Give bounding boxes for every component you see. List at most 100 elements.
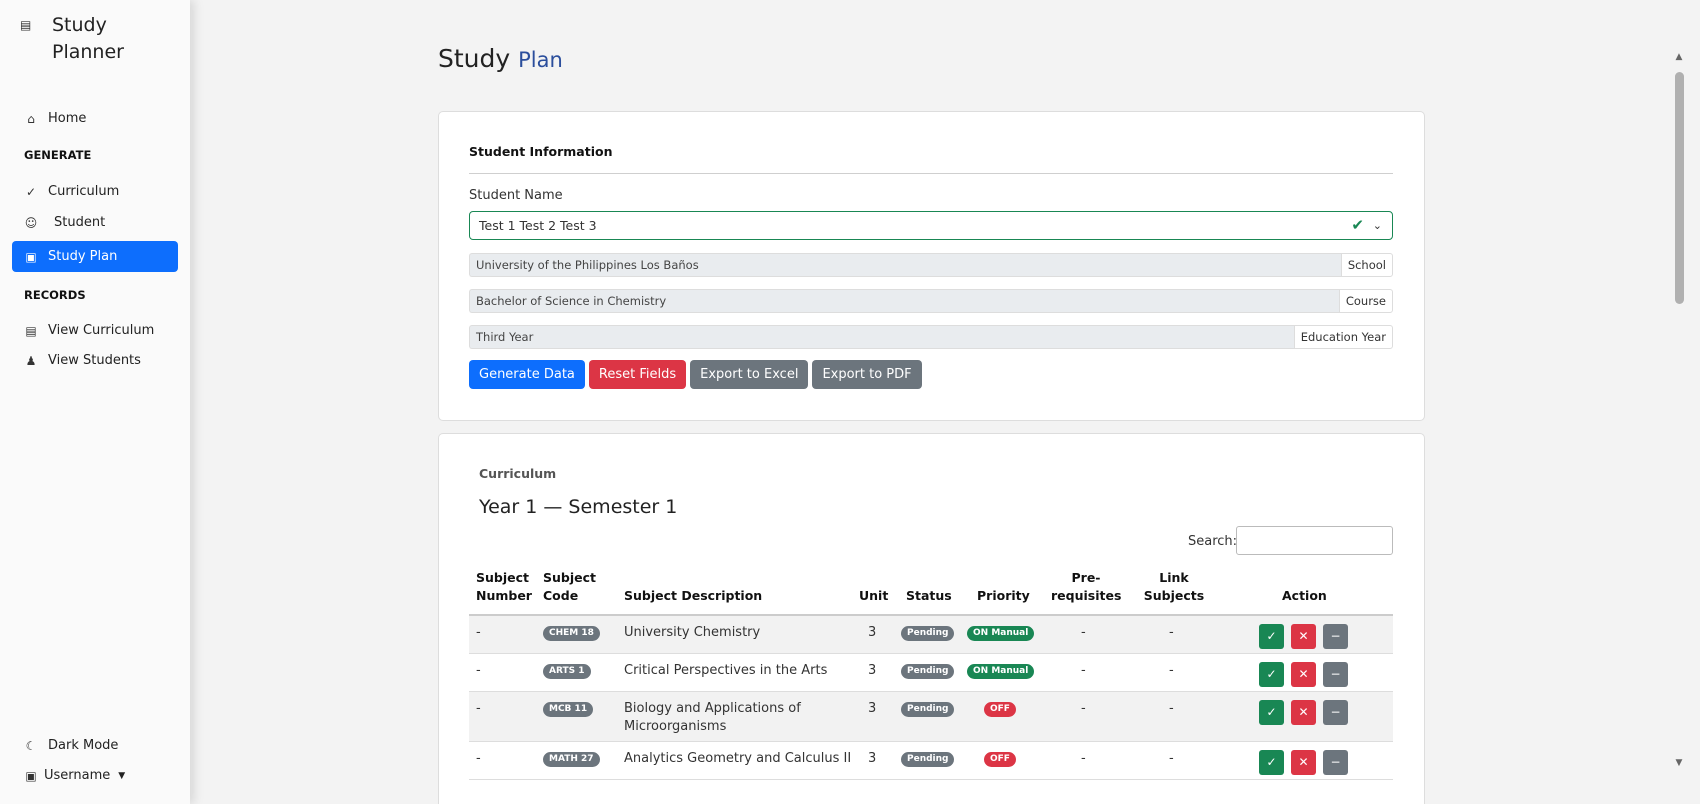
mark-failed-button[interactable]: ✕	[1291, 700, 1316, 725]
table-row: - ARTS 1 Critical Perspectives in the Ar…	[469, 654, 1393, 692]
sidebar-item-student[interactable]: ☺ Student	[12, 207, 178, 238]
year-tag: Education Year	[1293, 325, 1393, 349]
student-name-label: Student Name	[469, 188, 563, 203]
header-text: Subject	[543, 570, 596, 585]
nav-heading-records: RECORDS	[24, 288, 86, 302]
header-unit[interactable]: Unit	[859, 587, 888, 605]
moon-icon: ☾	[25, 738, 37, 753]
status-badge: Pending	[901, 626, 955, 641]
sidebar: ▤ Study Planner ⌂ Home GENERATE ✓ Curric…	[0, 0, 190, 804]
sidebar-item-view-curriculum[interactable]: ▤ View Curriculum	[12, 315, 178, 346]
check-circle-icon: ✓	[1266, 667, 1277, 681]
mark-done-button[interactable]: ✓	[1259, 750, 1284, 775]
subject-code-badge: MCB 11	[543, 702, 594, 717]
x-circle-icon: ✕	[1298, 755, 1309, 769]
page-title: Study Plan	[438, 44, 563, 73]
subject-unit: 3	[868, 701, 877, 716]
curriculum-table: Subject Number Subject Code Subject Desc…	[469, 568, 1393, 780]
sidebar-item-label: View Curriculum	[48, 323, 155, 338]
course-value: Bachelor of Science in Chemistry	[469, 289, 1339, 313]
header-text: requisites	[1051, 588, 1122, 603]
dash-circle-icon: −	[1330, 629, 1341, 643]
scroll-down-arrow-icon[interactable]: ▼	[1672, 758, 1686, 772]
header-subject-code[interactable]: Subject Code	[543, 569, 596, 605]
header-text: Link	[1159, 570, 1189, 585]
export-pdf-button[interactable]: Export to PDF	[812, 360, 922, 389]
brand[interactable]: ▤ Study Planner	[20, 12, 152, 66]
sidebar-item-view-students[interactable]: ♟ View Students	[12, 345, 178, 376]
table-row: - MATH 27 Analytics Geometry and Calculu…	[469, 742, 1393, 780]
mark-failed-button[interactable]: ✕	[1291, 662, 1316, 687]
dark-mode-label: Dark Mode	[48, 738, 119, 753]
user-icon: ▣	[25, 768, 37, 783]
subject-code-badge: CHEM 18	[543, 626, 600, 641]
link-subjects: -	[1169, 701, 1174, 716]
check-circle-icon: ✓	[25, 184, 37, 199]
subject-number: -	[476, 663, 481, 678]
check-circle-icon: ✓	[1266, 629, 1277, 643]
export-excel-button[interactable]: Export to Excel	[690, 360, 809, 389]
header-subject-description[interactable]: Subject Description	[624, 587, 762, 605]
sidebar-item-study-plan[interactable]: ▣ Study Plan	[12, 241, 178, 272]
generate-data-button[interactable]: Generate Data	[469, 360, 585, 389]
priority-badge[interactable]: ON Manual	[967, 626, 1035, 641]
mark-done-button[interactable]: ✓	[1259, 700, 1284, 725]
header-status[interactable]: Status	[906, 587, 952, 605]
curriculum-card: Curriculum Year 1 — Semester 1 Search: S…	[438, 433, 1425, 804]
status-badge: Pending	[901, 752, 955, 767]
x-circle-icon: ✕	[1298, 629, 1309, 643]
search-input[interactable]	[1236, 526, 1393, 555]
mark-done-button[interactable]: ✓	[1259, 624, 1284, 649]
user-menu[interactable]: ▣ Username ▼	[24, 768, 125, 783]
mark-failed-button[interactable]: ✕	[1291, 750, 1316, 775]
priority-badge[interactable]: ON Manual	[967, 664, 1035, 679]
link-subjects: -	[1169, 625, 1174, 640]
users-icon: ♟	[25, 353, 37, 368]
divider	[469, 173, 1393, 174]
subject-description: Critical Perspectives in the Arts	[624, 663, 828, 678]
subject-number: -	[476, 751, 481, 766]
nav-heading-generate: GENERATE	[24, 148, 92, 162]
scroll-up-arrow-icon[interactable]: ▲	[1672, 52, 1686, 66]
sidebar-item-home[interactable]: ⌂ Home	[12, 103, 178, 134]
priority-badge[interactable]: OFF	[984, 752, 1016, 767]
brand-title: Study Planner	[52, 14, 124, 63]
header-priority[interactable]: Priority	[977, 587, 1030, 605]
page-title-sub: Plan	[518, 48, 563, 72]
mark-failed-button[interactable]: ✕	[1291, 624, 1316, 649]
mark-pending-button[interactable]: −	[1323, 662, 1348, 687]
header-subject-number[interactable]: Subject Number	[476, 569, 532, 605]
mark-done-button[interactable]: ✓	[1259, 662, 1284, 687]
home-icon: ⌂	[27, 111, 35, 126]
dark-mode-toggle[interactable]: ☾ Dark Mode	[24, 738, 119, 753]
school-tag: School	[1340, 253, 1393, 277]
file-icon: ▤	[25, 323, 37, 338]
subject-number: -	[476, 625, 481, 640]
scroll-thumb[interactable]	[1675, 72, 1684, 304]
selected-student: Test 1 Test 2 Test 3	[479, 218, 597, 233]
year-value: Third Year	[469, 325, 1294, 349]
sidebar-item-label: View Students	[48, 353, 141, 368]
prerequisites: -	[1081, 663, 1086, 678]
sidebar-item-label: Home	[48, 111, 87, 126]
sidebar-item-curriculum[interactable]: ✓ Curriculum	[12, 176, 178, 207]
priority-badge[interactable]: OFF	[984, 702, 1016, 717]
subject-number: -	[476, 701, 481, 716]
document-icon: ▤	[20, 18, 32, 32]
header-link-subjects[interactable]: Link Subjects	[1139, 569, 1209, 605]
scrollbar[interactable]: ▲ ▼	[1672, 46, 1686, 770]
dash-circle-icon: −	[1330, 755, 1341, 769]
mark-pending-button[interactable]: −	[1323, 750, 1348, 775]
student-name-select[interactable]: Test 1 Test 2 Test 3 ✔ ⌄	[469, 211, 1393, 240]
mark-pending-button[interactable]: −	[1323, 700, 1348, 725]
school-value: University of the Philippines Los Baños	[469, 253, 1341, 277]
reset-fields-button[interactable]: Reset Fields	[588, 360, 687, 389]
course-field: Bachelor of Science in Chemistry Course	[469, 289, 1393, 313]
check-circle-icon: ✓	[1266, 705, 1277, 719]
username-label: Username	[44, 768, 111, 783]
sidebar-item-label: Student	[54, 215, 106, 230]
page-title-main: Study	[438, 44, 511, 73]
student-info-card: Student Information Student Name Test 1 …	[438, 111, 1425, 421]
header-prerequisites[interactable]: Pre- requisites	[1051, 569, 1121, 605]
mark-pending-button[interactable]: −	[1323, 624, 1348, 649]
